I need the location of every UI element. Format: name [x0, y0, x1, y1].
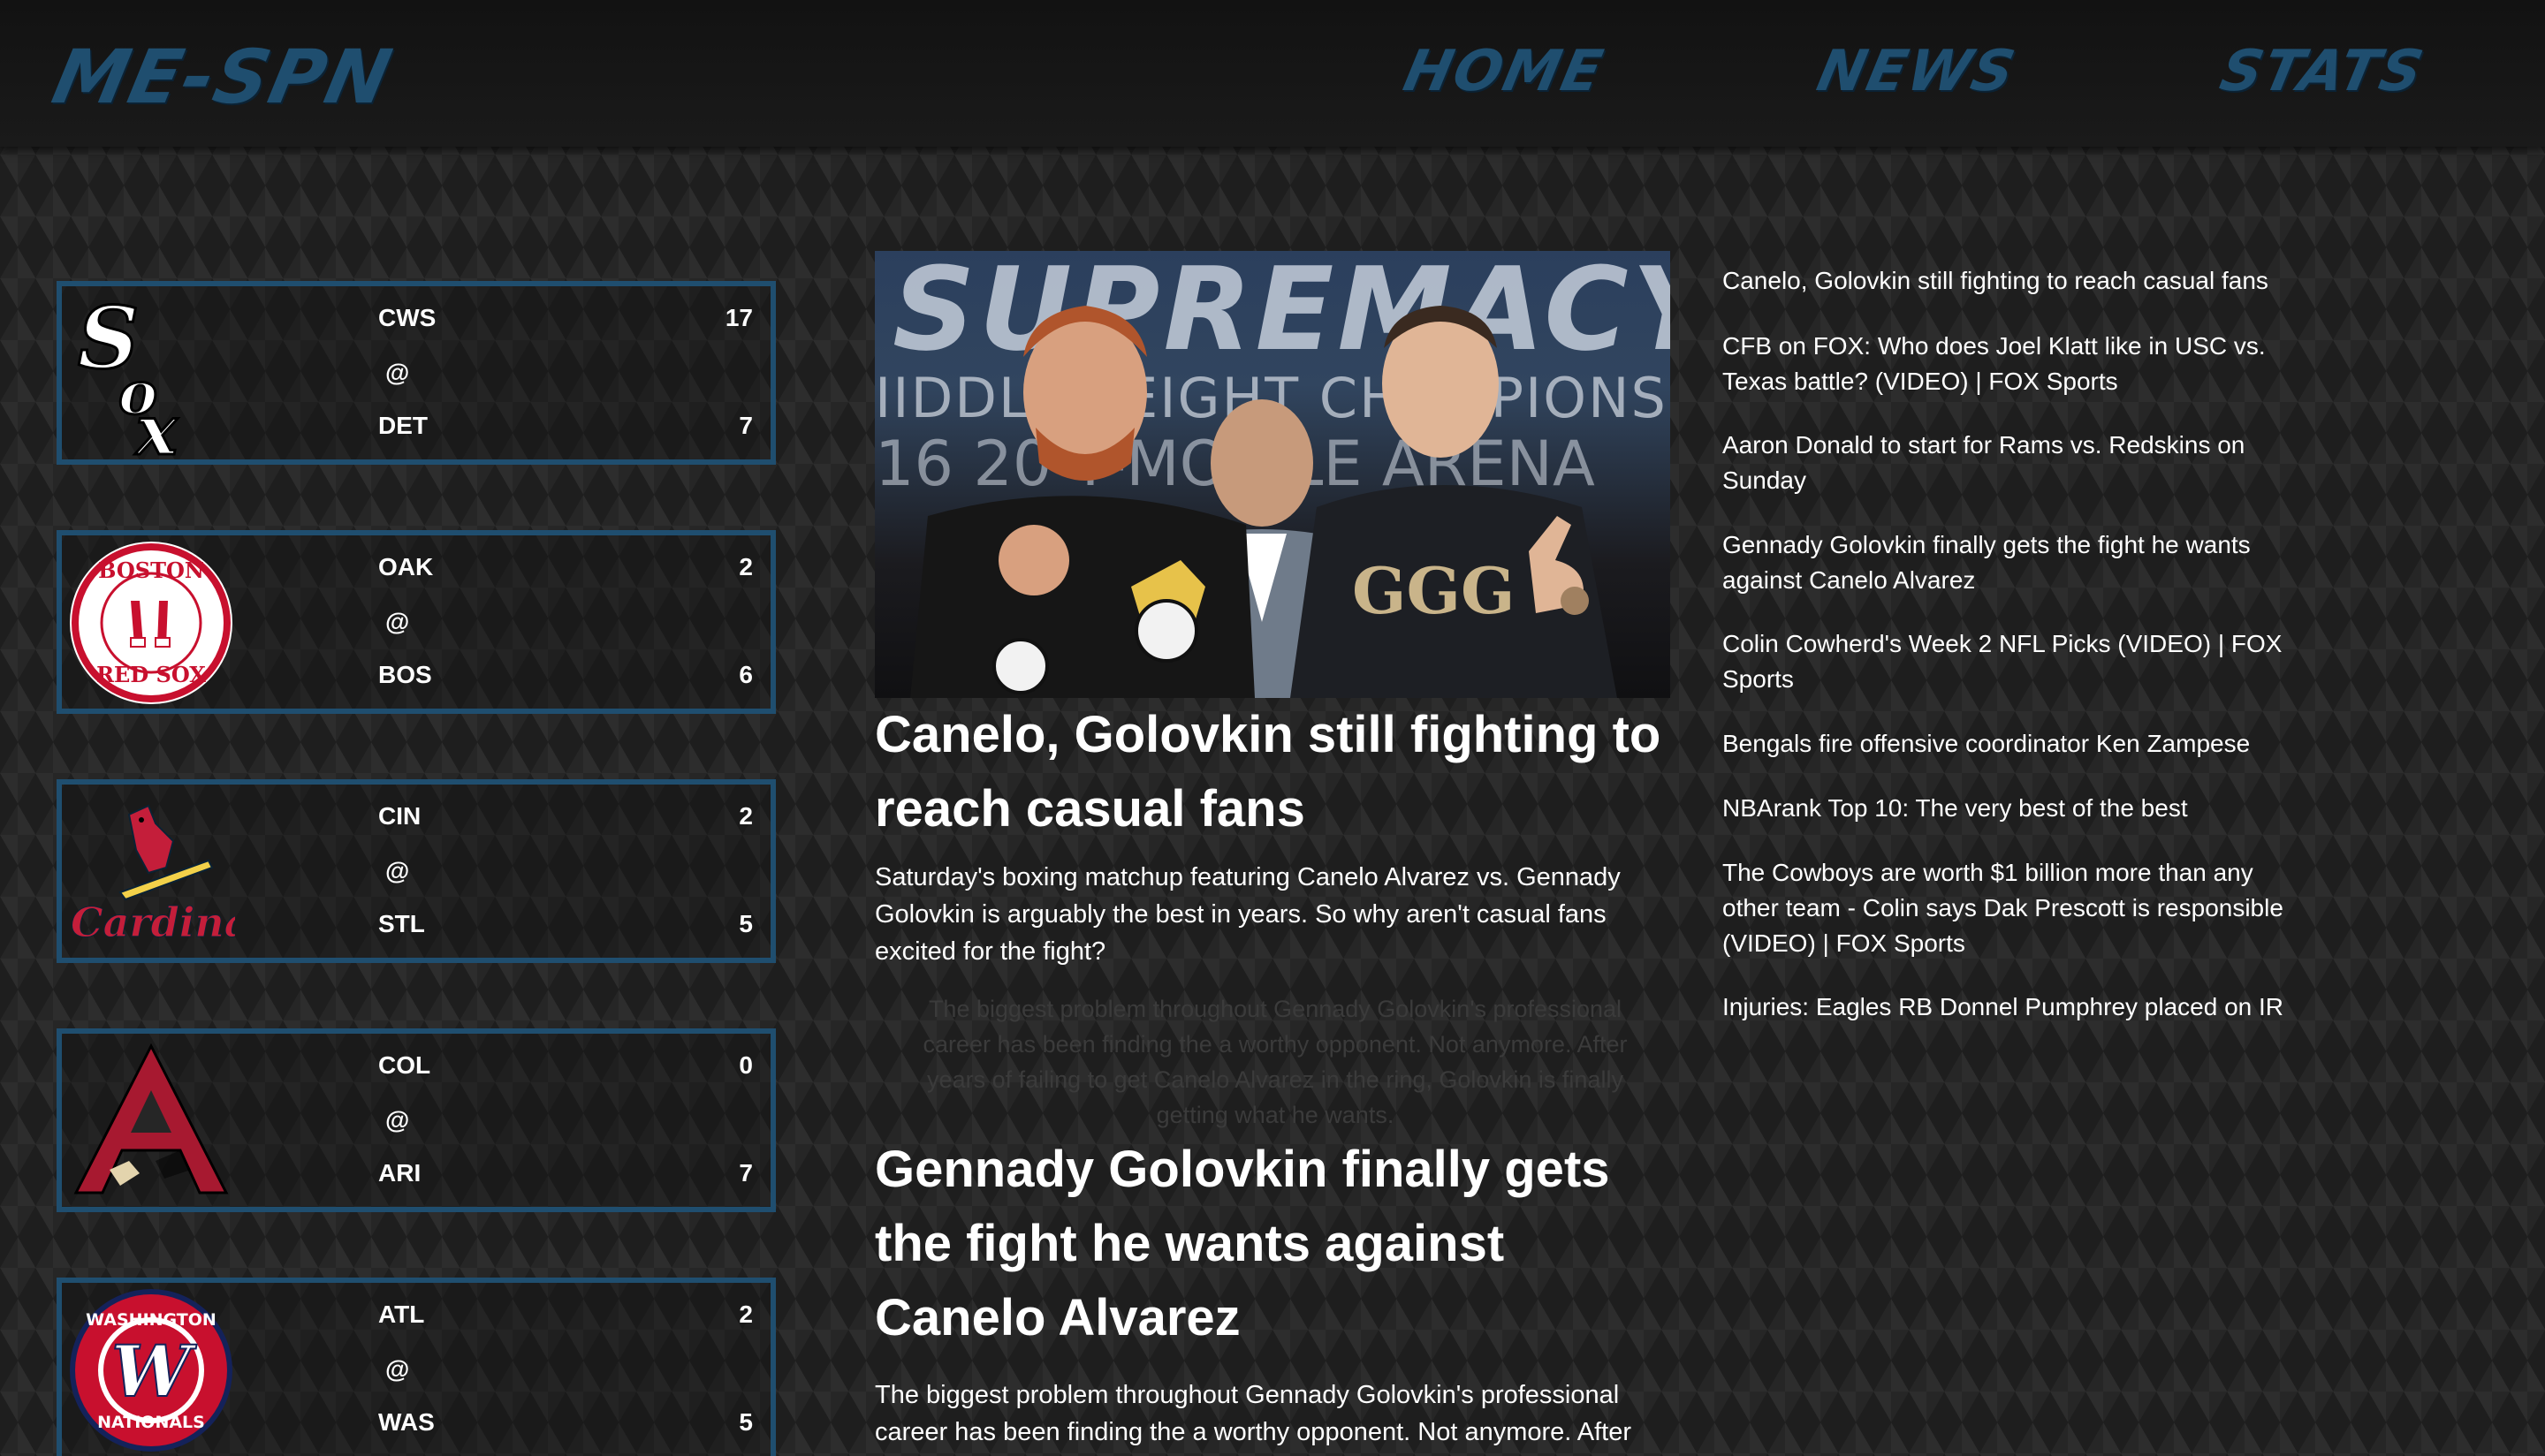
headline-link[interactable]: Bengals fire offensive coordinator Ken Z… — [1722, 726, 2306, 762]
headline-link[interactable]: Injuries: Eagles RB Donnel Pumphrey plac… — [1722, 990, 2306, 1025]
score-card[interactable]: S o x CWS @ DET 17 7 — [57, 281, 776, 465]
boxers-illustration: GGG — [910, 306, 1617, 698]
home-team: BOS — [378, 661, 432, 688]
headline-link[interactable]: Canelo, Golovkin still fighting to reach… — [1722, 263, 2306, 299]
headline-link[interactable]: NBArank Top 10: The very best of the bes… — [1722, 791, 2306, 826]
score-card[interactable]: COL @ ARI 0 7 — [57, 1028, 776, 1212]
svg-text:W: W — [111, 1330, 197, 1413]
headline-link[interactable]: Colin Cowherd's Week 2 NFL Picks (VIDEO)… — [1722, 626, 2306, 697]
away-score: 2 — [739, 553, 753, 580]
home-score: 7 — [739, 1159, 753, 1187]
away-score: 17 — [725, 304, 753, 331]
headline-link[interactable]: The Cowboys are worth $1 billion more th… — [1722, 855, 2306, 961]
score-card[interactable]: BOSTON RED SOX OAK @ BOS 2 6 — [57, 530, 776, 714]
at-symbol: @ — [385, 1106, 410, 1134]
away-team: ATL — [378, 1301, 425, 1328]
svg-text:RED SOX: RED SOX — [96, 662, 206, 687]
nav-stats-link[interactable]: Stats — [2215, 39, 2430, 104]
at-symbol: @ — [385, 359, 410, 386]
nationals-logo: WASHINGTON NATIONALS W — [67, 1286, 235, 1454]
home-team: ARI — [378, 1159, 422, 1187]
headline-link[interactable]: Gennady Golovkin finally gets the fight … — [1722, 527, 2306, 598]
cardinals-logo: Cardinals — [67, 788, 235, 956]
secondary-summary: The biggest problem throughout Gennady G… — [875, 1381, 1632, 1446]
home-score: 5 — [739, 1408, 753, 1436]
svg-text:x: x — [134, 391, 179, 458]
nav-home-link[interactable]: Home — [1398, 39, 1609, 104]
svg-text:NATIONALS: NATIONALS — [97, 1413, 205, 1432]
home-team: DET — [378, 412, 428, 439]
featured-headline-link[interactable]: Canelo, Golovkin still fighting to reach… — [875, 698, 1670, 846]
white-sox-logo: S o x — [67, 290, 235, 458]
away-score: 0 — [739, 1051, 753, 1079]
svg-text:WASHINGTON: WASHINGTON — [86, 1310, 217, 1330]
home-score: 5 — [739, 910, 753, 937]
at-symbol: @ — [385, 857, 410, 884]
away-score: 2 — [739, 802, 753, 830]
away-team: COL — [378, 1051, 431, 1079]
away-score: 2 — [739, 1301, 753, 1328]
headline-link[interactable]: CFB on FOX: Who does Joel Klatt like in … — [1722, 329, 2306, 399]
at-symbol: @ — [385, 1355, 410, 1383]
home-team: WAS — [378, 1408, 435, 1436]
score-card[interactable]: Cardinals CIN @ STL 2 5 — [57, 779, 776, 963]
svg-text:Cardinals: Cardinals — [71, 899, 235, 946]
home-score: 7 — [739, 412, 753, 439]
away-team: CIN — [378, 802, 422, 830]
home-team: STL — [378, 910, 425, 937]
secondary-headline-link[interactable]: Gennady Golovkin finally gets the fight … — [875, 1133, 1670, 1355]
top-nav-bar: ME-SPN Home News Stats — [0, 0, 2545, 147]
svg-text:BOSTON: BOSTON — [98, 557, 204, 583]
secondary-article: Gennady Golovkin finally gets the fight … — [875, 1133, 1670, 1451]
nav-news-link[interactable]: News — [1812, 39, 2022, 104]
home-score: 6 — [739, 661, 753, 688]
hero-photo[interactable]: SUPREMACY IIDDLEWEIGHT CHAMPIONSHIP 16 2… — [875, 251, 1670, 698]
red-sox-logo: BOSTON RED SOX — [67, 539, 235, 707]
featured-summary: Saturday's boxing matchup featuring Cane… — [875, 863, 1621, 966]
at-symbol: @ — [385, 608, 410, 635]
diamondbacks-logo — [67, 1037, 235, 1205]
featured-article: Canelo, Golovkin still fighting to reach… — [875, 698, 1670, 970]
away-team: OAK — [378, 553, 434, 580]
headline-link[interactable]: Aaron Donald to start for Rams vs. Redsk… — [1722, 428, 2306, 498]
away-team: CWS — [378, 304, 437, 331]
article-preview-faded: The biggest problem throughout Gennady G… — [923, 996, 1628, 1128]
brand-logo-link[interactable]: ME-SPN — [46, 34, 400, 120]
score-card[interactable]: WASHINGTON NATIONALS W ATL @ WAS 2 5 — [57, 1278, 776, 1456]
ggg-shirt-text: GGG — [1352, 553, 1515, 628]
